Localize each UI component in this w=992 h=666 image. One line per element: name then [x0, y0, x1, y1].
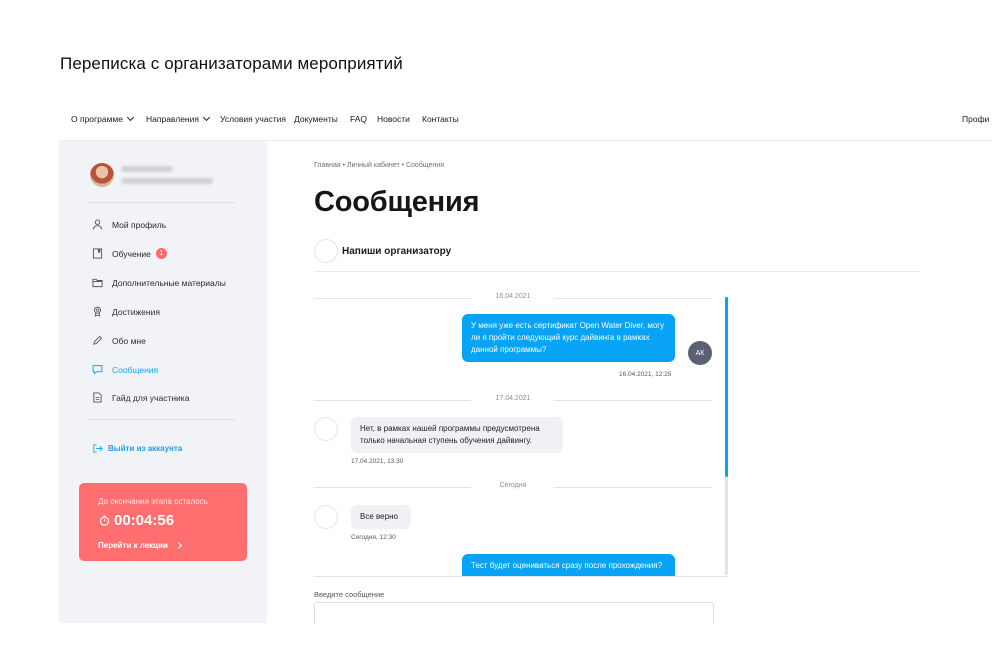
- date-separator-label: Сегодня: [499, 482, 527, 489]
- organizer-message-avatar: [314, 505, 338, 529]
- sidebar-divider: [89, 202, 235, 203]
- profile-label: Профи: [962, 114, 990, 124]
- nav-item-documents[interactable]: Документы: [294, 114, 338, 124]
- top-navigation: О программе Направления Условия участия …: [59, 100, 992, 141]
- message-bubble-outgoing: У меня уже есть сертификат Open Water Di…: [462, 314, 675, 362]
- timer-value: 00:04:56: [114, 512, 175, 529]
- nav-item-faq[interactable]: FAQ: [350, 114, 367, 124]
- breadcrumb[interactable]: Главная • Личный кабинет • Сообщения: [314, 162, 444, 169]
- date-separator: 17.04.2021: [314, 395, 712, 405]
- date-separator: Сегодня: [314, 482, 712, 492]
- message-time: 17.04.2021, 13:30: [351, 458, 404, 465]
- sidebar-item-label: Сообщения: [112, 364, 159, 375]
- date-separator: 16.04.2021: [314, 293, 712, 303]
- user-avatar[interactable]: [90, 163, 114, 187]
- message-bubble-incoming: Все верно: [351, 505, 411, 529]
- nav-item-label: FAQ: [350, 114, 368, 124]
- user-icon: [92, 219, 103, 230]
- organizer-message-avatar: [314, 417, 338, 441]
- nav-item-directions[interactable]: Направления: [146, 113, 211, 124]
- sidebar-item-label: Дополнительные материалы: [112, 277, 226, 288]
- sidebar-item-guide[interactable]: Гайд для участника: [92, 392, 189, 403]
- sidebar-item-label: Обо мне: [112, 335, 146, 346]
- book-icon: [92, 248, 103, 259]
- nav-item-label: Новости: [377, 114, 410, 124]
- profile-link[interactable]: Профи: [962, 114, 989, 124]
- organizer-header: Напиши организатору: [314, 239, 919, 272]
- stopwatch-icon: [98, 515, 110, 527]
- user-avatar-initials: АК: [688, 341, 712, 365]
- nav-item-label: Контакты: [422, 114, 459, 124]
- chevron-right-icon: [174, 541, 182, 550]
- nav-item-contacts[interactable]: Контакты: [422, 114, 459, 124]
- nav-item-conditions[interactable]: Условия участия: [220, 114, 286, 124]
- go-to-lecture-label: Перейти к лекции: [98, 541, 168, 550]
- sidebar-item-label: Достижения: [112, 306, 160, 317]
- sidebar-item-profile[interactable]: Мой профиль: [92, 219, 166, 230]
- timer-label: До окончания этапа осталось: [98, 497, 208, 506]
- go-to-lecture-link[interactable]: Перейти к лекции: [98, 541, 182, 550]
- message-time: Сегодня, 12:30: [351, 534, 396, 541]
- organizer-avatar: [314, 239, 338, 263]
- date-separator-label: 16.04.2021: [495, 293, 531, 300]
- composer-label: Введите сообщение: [314, 590, 385, 599]
- chevron-down-icon: [126, 113, 135, 122]
- logout-icon: [92, 443, 103, 454]
- chat-icon: [92, 364, 103, 375]
- chevron-down-icon: [202, 113, 211, 122]
- nav-item-label: Направления: [146, 114, 199, 124]
- timer-value-row: 00:04:56: [98, 512, 174, 529]
- blurred-user-name: [121, 166, 173, 172]
- page-caption: Переписка с организаторами мероприятий: [60, 54, 403, 73]
- logout-link[interactable]: Выйти из аккаунта: [92, 443, 182, 454]
- page-title: Сообщения: [314, 186, 480, 218]
- organizer-label: Напиши организатору: [342, 246, 452, 257]
- stage-timer-card: До окончания этапа осталось 00:04:56 Пер…: [79, 483, 247, 561]
- document-icon: [92, 392, 103, 403]
- date-separator-label: 17.04.2021: [495, 395, 531, 402]
- message-bubble-incoming: Нет, в рамках нашей программы предусмотр…: [351, 417, 563, 453]
- sidebar-item-learning[interactable]: Обучение 1: [92, 248, 167, 259]
- sidebar-item-materials[interactable]: Дополнительные материалы: [92, 277, 226, 288]
- thread-scrollbar[interactable]: [725, 297, 728, 575]
- sidebar-item-achievements[interactable]: Достижения: [92, 306, 160, 317]
- sidebar-divider: [89, 419, 235, 420]
- sidebar-item-messages[interactable]: Сообщения: [92, 364, 158, 375]
- medal-icon: [92, 306, 103, 317]
- folder-icon: [92, 277, 103, 288]
- pencil-icon: [92, 335, 103, 346]
- sidebar-item-label: Гайд для участника: [112, 392, 190, 403]
- logout-label: Выйти из аккаунта: [108, 444, 183, 453]
- sidebar-item-label: Обучение: [112, 248, 151, 259]
- blurred-user-surname: [121, 178, 213, 184]
- nav-item-news[interactable]: Новости: [377, 114, 410, 124]
- message-input[interactable]: [314, 602, 714, 624]
- nav-item-about[interactable]: О программе: [71, 113, 135, 124]
- scrollbar-thumb[interactable]: [725, 297, 728, 477]
- nav-item-label: О программе: [71, 114, 124, 124]
- nav-item-label: Документы: [294, 114, 338, 124]
- sidebar-item-about-me[interactable]: Обо мне: [92, 335, 146, 346]
- message-time: 16.04.2021, 12:25: [619, 371, 672, 378]
- message-bubble-outgoing: Тест будет оцениваться сразу после прохо…: [462, 554, 675, 576]
- notification-badge: 1: [155, 248, 167, 259]
- sidebar: Мой профиль Обучение 1 Дополнительные ма…: [59, 141, 267, 623]
- composer-divider: [314, 576, 728, 577]
- sidebar-item-label: Мой профиль: [112, 219, 167, 230]
- nav-item-label: Условия участия: [220, 114, 286, 124]
